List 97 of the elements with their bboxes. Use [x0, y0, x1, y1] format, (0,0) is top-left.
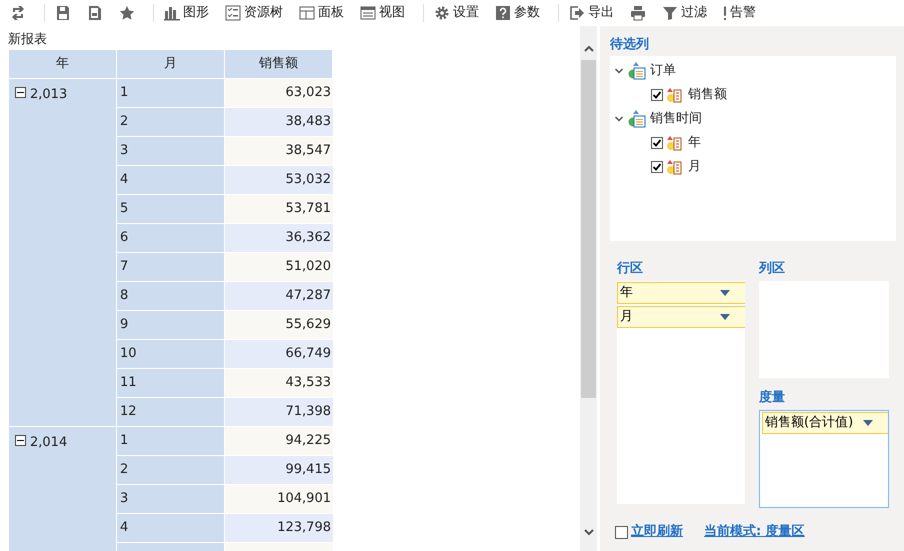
exclamation-icon — [723, 6, 727, 20]
toolbar-button[interactable]: 视图 — [356, 2, 409, 24]
layout-icon — [299, 5, 315, 21]
month-cell: 10 — [117, 340, 224, 368]
refresh-icon — [10, 5, 26, 21]
star-icon — [119, 5, 135, 21]
year-label: 2,014 — [30, 434, 68, 452]
bar-chart-icon — [164, 5, 180, 21]
settings-icon — [434, 5, 450, 21]
field-chip[interactable]: 销售额(合计值) — [762, 412, 888, 434]
toolbar-button[interactable]: 图形 — [160, 2, 213, 24]
collapse-toggle[interactable] — [15, 434, 26, 446]
section-title: 列区 — [759, 260, 785, 278]
field-label: 年 — [620, 284, 633, 302]
toolbar-button[interactable]: 设置 — [430, 2, 483, 24]
checkbox[interactable] — [651, 137, 663, 149]
table-icon — [628, 110, 646, 128]
toolbar-button[interactable]: 参数 — [491, 2, 544, 24]
checkbox[interactable] — [651, 89, 663, 101]
month-cell: 1 — [117, 78, 224, 106]
column-header: 月 — [117, 50, 224, 78]
year-label: 2,013 — [30, 86, 68, 104]
month-cell: 4 — [117, 166, 224, 194]
value-cell: 38,483 — [225, 108, 333, 136]
value-cell: 43,533 — [225, 368, 333, 396]
month-cell: 7 — [117, 252, 224, 280]
checkbox[interactable] — [615, 526, 628, 538]
value-cell: 53,032 — [225, 166, 333, 194]
filter-icon — [662, 5, 678, 21]
value-cell: 47,287 — [225, 282, 333, 310]
value-cell: 71,398 — [225, 398, 333, 426]
month-cell: 1 — [117, 426, 224, 454]
tree-node-label[interactable]: 销售额 — [688, 85, 727, 105]
tree-node-label[interactable]: 月 — [688, 157, 701, 177]
dropdown-arrow-icon[interactable] — [862, 419, 874, 427]
column-header: 年 — [9, 50, 116, 78]
mode-link[interactable]: 当前模式: 度量区 — [704, 522, 805, 542]
value-cell: 123,798 — [225, 514, 333, 542]
question-icon — [495, 5, 511, 21]
field-chip[interactable]: 月 — [617, 306, 745, 328]
month-cell: 8 — [117, 282, 224, 310]
section-title: 待选列 — [610, 36, 649, 54]
collapse-toggle[interactable] — [15, 86, 26, 98]
month-cell: 4 — [117, 514, 224, 542]
toolbar-button[interactable]: 导出 — [565, 2, 618, 24]
value-cell: 55,629 — [225, 310, 333, 338]
toolbar-button[interactable]: 面板 — [295, 2, 348, 24]
month-cell: 2 — [117, 456, 224, 484]
value-cell: 53,781 — [225, 194, 333, 222]
value-cell: 36,362 — [225, 224, 333, 252]
value-cell: 66,749 — [225, 340, 333, 368]
field-icon — [666, 135, 682, 151]
report-title: 新报表 — [7, 31, 47, 49]
scrollbar[interactable] — [580, 26, 597, 551]
toolbar-button[interactable]: 过滤 — [658, 2, 711, 24]
value-cell: 63,023 — [225, 78, 333, 106]
tree-node-label[interactable]: 销售时间 — [650, 109, 702, 129]
section-title: 度量 — [759, 388, 785, 407]
section-title: 行区 — [617, 260, 643, 278]
checklist-icon — [225, 5, 241, 21]
value-cell: 38,547 — [225, 136, 333, 164]
value-cell: 104,901 — [225, 484, 333, 512]
value-cell: 99,415 — [225, 456, 333, 484]
field-icon — [666, 159, 682, 175]
field-label: 销售额(合计值) — [765, 414, 854, 432]
toolbar-button[interactable]: 资源树 — [221, 2, 287, 24]
month-cell: 6 — [117, 224, 224, 252]
field-icon — [666, 87, 682, 103]
scroll-down-icon[interactable] — [582, 527, 594, 537]
checkbox[interactable] — [651, 161, 663, 173]
column-header: 销售额 — [225, 50, 332, 78]
month-cell: 9 — [117, 310, 224, 338]
save-icon — [55, 5, 71, 21]
field-label: 月 — [620, 308, 633, 326]
scroll-up-icon[interactable] — [582, 44, 594, 54]
month-cell: 11 — [117, 368, 224, 396]
dropdown-arrow-icon[interactable] — [719, 313, 731, 321]
document-icon — [87, 5, 103, 21]
month-cell: 3 — [117, 136, 224, 164]
toolbar-button[interactable]: 告警 — [719, 2, 760, 24]
month-cell: 12 — [117, 398, 224, 426]
month-cell: 2 — [117, 108, 224, 136]
checkbox-label[interactable]: 立即刷新 — [631, 522, 683, 542]
dropdown-arrow-icon[interactable] — [719, 289, 731, 297]
tree-node-label[interactable]: 订单 — [650, 61, 676, 81]
field-chip[interactable]: 年 — [617, 282, 745, 304]
print-icon — [630, 5, 646, 21]
chevron-down-icon[interactable] — [614, 66, 624, 76]
chevron-down-icon[interactable] — [614, 114, 624, 124]
value-cell: 51,020 — [225, 252, 333, 280]
table-icon — [628, 62, 646, 80]
export-icon — [569, 5, 585, 21]
month-cell: 3 — [117, 484, 224, 512]
window-icon — [360, 5, 376, 21]
value-cell: 94,225 — [225, 426, 333, 454]
month-cell: 5 — [117, 194, 224, 222]
tree-node-label[interactable]: 年 — [688, 133, 701, 153]
